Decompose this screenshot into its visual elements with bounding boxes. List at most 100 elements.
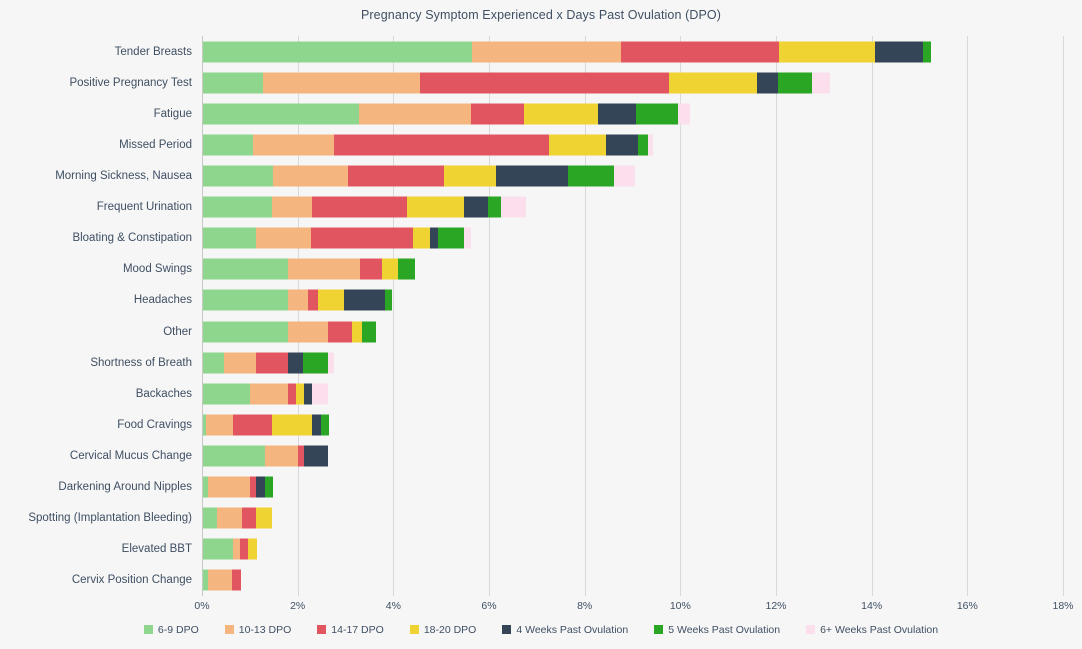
bar-segment[interactable] (202, 72, 264, 94)
bar-segment[interactable] (606, 134, 639, 156)
bar-row[interactable] (202, 538, 258, 560)
bar-segment[interactable] (438, 227, 465, 249)
bar-segment[interactable] (636, 103, 679, 125)
bar-segment[interactable] (202, 352, 224, 374)
bar-segment[interactable] (812, 72, 831, 94)
bar-row[interactable] (202, 227, 472, 249)
bar-segment[interactable] (248, 538, 258, 560)
bar-segment[interactable] (264, 476, 273, 498)
bar-row[interactable] (202, 258, 415, 280)
bar-segment[interactable] (232, 569, 242, 591)
bar-segment[interactable] (875, 41, 924, 63)
bar-segment[interactable] (318, 289, 345, 311)
legend-item[interactable]: 10-13 DPO (224, 624, 291, 636)
bar-segment[interactable] (472, 41, 622, 63)
bar-segment[interactable] (256, 476, 265, 498)
bar-segment[interactable] (500, 196, 526, 218)
bar-segment[interactable] (757, 72, 779, 94)
bar-segment[interactable] (256, 227, 312, 249)
bar-row[interactable] (202, 352, 334, 374)
bar-segment[interactable] (420, 72, 670, 94)
bar-segment[interactable] (205, 414, 234, 436)
bar-segment[interactable] (265, 445, 299, 467)
bar-row[interactable] (202, 321, 377, 343)
bar-row[interactable] (202, 41, 932, 63)
bar-segment[interactable] (202, 289, 289, 311)
bar-segment[interactable] (669, 72, 758, 94)
bar-segment[interactable] (202, 165, 273, 187)
bar-segment[interactable] (430, 227, 439, 249)
bar-segment[interactable] (311, 227, 413, 249)
bar-segment[interactable] (923, 41, 932, 63)
bar-segment[interactable] (464, 227, 472, 249)
bar-segment[interactable] (312, 196, 408, 218)
bar-segment[interactable] (240, 538, 249, 560)
bar-segment[interactable] (288, 352, 303, 374)
bar-segment[interactable] (308, 289, 319, 311)
legend-item[interactable]: 4 Weeks Past Ovulation (502, 624, 628, 636)
bar-segment[interactable] (398, 258, 415, 280)
bar-segment[interactable] (303, 383, 312, 405)
bar-segment[interactable] (488, 196, 501, 218)
bar-row[interactable] (202, 383, 328, 405)
bar-row[interactable] (202, 414, 329, 436)
bar-segment[interactable] (344, 289, 386, 311)
bar-segment[interactable] (202, 41, 473, 63)
bar-row[interactable] (202, 507, 272, 529)
bar-segment[interactable] (202, 196, 272, 218)
bar-segment[interactable] (208, 476, 251, 498)
bar-segment[interactable] (202, 258, 289, 280)
bar-segment[interactable] (779, 41, 876, 63)
bar-segment[interactable] (678, 103, 691, 125)
bar-segment[interactable] (778, 72, 813, 94)
bar-row[interactable] (202, 569, 242, 591)
bar-segment[interactable] (202, 103, 360, 125)
bar-segment[interactable] (272, 414, 313, 436)
bar-segment[interactable] (471, 103, 525, 125)
legend-item[interactable]: 5 Weeks Past Ovulation (654, 624, 780, 636)
bar-segment[interactable] (302, 352, 328, 374)
bar-row[interactable] (202, 103, 691, 125)
bar-segment[interactable] (249, 383, 288, 405)
bar-segment[interactable] (233, 414, 273, 436)
bar-segment[interactable] (271, 196, 312, 218)
bar-segment[interactable] (287, 383, 296, 405)
bar-row[interactable] (202, 165, 636, 187)
bar-segment[interactable] (614, 165, 636, 187)
bar-row[interactable] (202, 196, 526, 218)
bar-segment[interactable] (312, 414, 321, 436)
bar-row[interactable] (202, 445, 329, 467)
bar-segment[interactable] (241, 507, 257, 529)
bar-segment[interactable] (272, 165, 348, 187)
bar-segment[interactable] (295, 383, 304, 405)
bar-segment[interactable] (385, 289, 392, 311)
bar-row[interactable] (202, 72, 831, 94)
bar-row[interactable] (202, 134, 654, 156)
bar-segment[interactable] (253, 134, 334, 156)
bar-segment[interactable] (320, 414, 329, 436)
bar-segment[interactable] (549, 134, 607, 156)
bar-segment[interactable] (621, 41, 780, 63)
bar-segment[interactable] (598, 103, 637, 125)
legend-item[interactable]: 6-9 DPO (143, 624, 199, 636)
bar-segment[interactable] (202, 383, 250, 405)
bar-segment[interactable] (202, 134, 254, 156)
bar-segment[interactable] (216, 507, 242, 529)
bar-segment[interactable] (233, 538, 241, 560)
bar-segment[interactable] (524, 103, 599, 125)
bar-segment[interactable] (288, 321, 329, 343)
bar-segment[interactable] (359, 258, 382, 280)
bar-segment[interactable] (224, 352, 257, 374)
bar-segment[interactable] (328, 321, 353, 343)
bar-segment[interactable] (444, 165, 497, 187)
bar-row[interactable] (202, 476, 273, 498)
bar-segment[interactable] (202, 321, 289, 343)
bar-segment[interactable] (202, 538, 234, 560)
bar-segment[interactable] (359, 103, 472, 125)
bar-segment[interactable] (381, 258, 399, 280)
bar-segment[interactable] (352, 321, 363, 343)
bar-segment[interactable] (334, 134, 550, 156)
legend-item[interactable]: 18-20 DPO (409, 624, 476, 636)
bar-segment[interactable] (304, 445, 329, 467)
bar-segment[interactable] (568, 165, 615, 187)
